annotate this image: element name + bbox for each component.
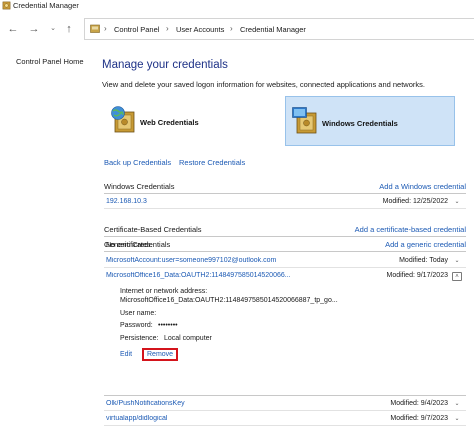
- generic-credentials-section: Generic Credentials Add a generic creden…: [104, 238, 466, 429]
- page-title: Manage your credentials: [102, 59, 228, 71]
- add-certificate-credential-link[interactable]: Add a certificate-based credential: [355, 225, 466, 234]
- credential-row[interactable]: Olk/PushNotificationsKey Modified: 9/4/2…: [104, 397, 466, 411]
- breadcrumb-separator-icon: ›: [230, 24, 233, 33]
- credential-name: virtualapp/didlogical: [106, 415, 168, 422]
- backup-credentials-link[interactable]: Back up Credentials: [104, 158, 171, 167]
- address-label: Internet or network address:: [120, 288, 208, 295]
- credential-row[interactable]: MicrosoftAccount:user=someone997102@outl…: [104, 254, 466, 268]
- section-header: Certificate-Based Credentials Add a cert…: [104, 223, 466, 237]
- credential-modified: Modified: Today: [399, 257, 448, 264]
- credential-name: 192.168.10.3: [106, 198, 147, 205]
- back-arrow-icon[interactable]: ←: [6, 22, 20, 36]
- windows-credentials-label: Windows Credentials: [322, 119, 398, 128]
- section-title: Certificate-Based Credentials: [104, 225, 202, 234]
- windows-credentials-icon: [292, 107, 317, 134]
- windows-credentials-section: Windows Credentials Add a Windows creden…: [104, 180, 466, 214]
- credential-modified: Modified: 9/7/2023: [390, 415, 448, 422]
- breadcrumb-user-accounts[interactable]: User Accounts: [176, 25, 224, 34]
- forward-arrow-icon[interactable]: →: [27, 22, 41, 36]
- address-value: MicrosoftOffice16_Data:OAUTH2:1148497585…: [120, 297, 338, 304]
- breadcrumb-credential-manager[interactable]: Credential Manager: [240, 25, 306, 34]
- chevron-down-icon[interactable]: ⌄: [452, 415, 462, 424]
- section-header: Generic Credentials Add a generic creden…: [104, 238, 466, 252]
- chevron-down-icon[interactable]: ⌄: [452, 198, 462, 207]
- chevron-down-icon[interactable]: ⌄: [452, 257, 462, 266]
- remove-link[interactable]: Remove: [142, 348, 179, 361]
- password-value: ••••••••: [158, 322, 178, 329]
- credential-details-panel: Internet or network address: MicrosoftOf…: [104, 269, 466, 396]
- window-title: Credential Manager: [13, 1, 79, 10]
- credential-manager-icon: [2, 1, 11, 10]
- sidebar: Control Panel Home: [0, 46, 98, 429]
- control-panel-home-link[interactable]: Control Panel Home: [16, 57, 84, 66]
- username-label: User name:: [120, 310, 157, 317]
- windows-credentials-tile[interactable]: Windows Credentials: [285, 96, 455, 146]
- title-bar: Credential Manager: [0, 0, 474, 12]
- breadcrumb-separator-icon: ›: [104, 24, 107, 33]
- add-windows-credential-link[interactable]: Add a Windows credential: [379, 182, 466, 191]
- control-panel-icon: [90, 24, 100, 33]
- navigation-bar: ← → ⌄ ↑ › Control Panel › User Accounts …: [0, 15, 474, 45]
- section-title: Generic Credentials: [104, 240, 171, 249]
- add-generic-credential-link[interactable]: Add a generic credential: [385, 240, 466, 249]
- up-arrow-icon[interactable]: ↑: [62, 22, 76, 36]
- page-subtitle: View and delete your saved logon informa…: [102, 80, 425, 89]
- credential-modified: Modified: 12/25/2022: [382, 198, 448, 205]
- credential-name: Olk/PushNotificationsKey: [106, 400, 185, 407]
- web-credentials-label: Web Credentials: [140, 118, 199, 127]
- credential-name: MicrosoftAccount:user=someone997102@outl…: [106, 257, 277, 264]
- restore-credentials-link[interactable]: Restore Credentials: [179, 158, 245, 167]
- breadcrumb-control-panel[interactable]: Control Panel: [114, 25, 159, 34]
- chevron-down-icon[interactable]: ⌄: [452, 400, 462, 409]
- persistence-value: Local computer: [164, 335, 212, 342]
- credential-modified: Modified: 9/4/2023: [390, 400, 448, 407]
- section-title: Windows Credentials: [104, 182, 175, 191]
- edit-link[interactable]: Edit: [120, 351, 132, 358]
- password-label: Password:: [120, 322, 153, 329]
- section-header: Windows Credentials Add a Windows creden…: [104, 180, 466, 194]
- credential-row[interactable]: 192.168.10.3 Modified: 12/25/2022 ⌄: [104, 195, 466, 209]
- web-credentials-icon: [111, 106, 135, 133]
- web-credentials-tile[interactable]: Web Credentials: [106, 96, 266, 146]
- persistence-label: Persistence:: [120, 335, 159, 342]
- main-content: Manage your credentials View and delete …: [98, 46, 474, 429]
- breadcrumb-separator-icon: ›: [166, 24, 169, 33]
- address-bar[interactable]: › Control Panel › User Accounts › Creden…: [84, 18, 474, 40]
- chevron-down-icon[interactable]: ⌄: [46, 22, 60, 36]
- credential-row[interactable]: virtualapp/didlogical Modified: 9/7/2023…: [104, 412, 466, 426]
